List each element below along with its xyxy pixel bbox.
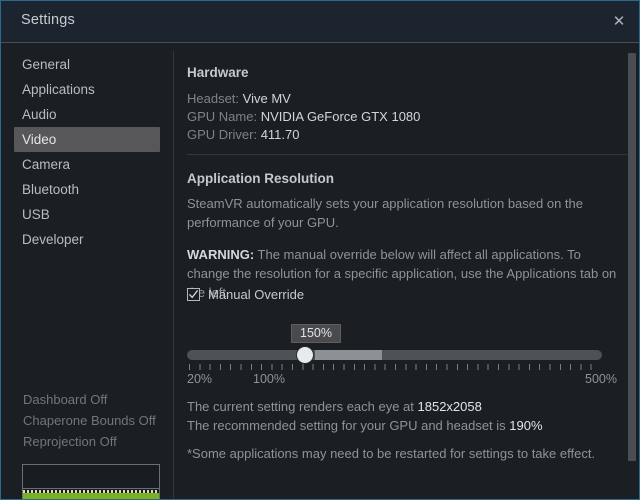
slider-tick-label-min: 20% bbox=[187, 372, 213, 386]
title-bar: Settings ✕ bbox=[1, 1, 639, 43]
hardware-value-gpu-name: NVIDIA GeForce GTX 1080 bbox=[260, 109, 421, 124]
sidebar-item-video[interactable]: Video bbox=[14, 127, 160, 152]
hardware-label-gpu-name: GPU Name: bbox=[187, 109, 258, 124]
status-reprojection: Reprojection Off bbox=[23, 434, 117, 449]
hardware-label-headset: Headset: bbox=[187, 91, 240, 106]
slider-tick-label-max: 500% bbox=[585, 372, 617, 386]
resolution-slider-ticks bbox=[189, 364, 601, 370]
slider-tick-label-mid: 100% bbox=[253, 372, 285, 386]
section-divider bbox=[187, 154, 627, 155]
application-resolution-section-title: Application Resolution bbox=[187, 171, 334, 186]
frametime-graph-midline bbox=[23, 488, 159, 489]
settings-window: Settings ✕ General Applications Audio Vi… bbox=[0, 0, 640, 500]
manual-override-label: Manual Override bbox=[208, 287, 305, 302]
frametime-graph bbox=[22, 464, 160, 499]
page-title: Settings bbox=[21, 12, 75, 28]
sidebar-item-usb[interactable]: USB bbox=[14, 202, 160, 227]
warning-label: WARNING: bbox=[187, 247, 255, 262]
vr-status-panel: Dashboard Off Chaperone Bounds Off Repro… bbox=[1, 389, 173, 499]
sidebar-item-audio[interactable]: Audio bbox=[14, 102, 160, 127]
resolution-slider-recommended-range bbox=[315, 350, 382, 360]
recommended-setting-text: The recommended setting for your GPU and… bbox=[187, 418, 510, 433]
sidebar-item-developer[interactable]: Developer bbox=[14, 227, 160, 252]
resolution-slider-handle[interactable] bbox=[297, 347, 313, 363]
recommended-setting-value: 190% bbox=[509, 418, 543, 433]
sidebar-item-bluetooth[interactable]: Bluetooth bbox=[14, 177, 160, 202]
sidebar-item-camera[interactable]: Camera bbox=[14, 152, 160, 177]
recommended-setting-line: The recommended setting for your GPU and… bbox=[187, 416, 543, 435]
content-pane: Hardware Headset: Vive MV GPU Name: NVID… bbox=[174, 44, 639, 499]
content-scrollbar-thumb[interactable] bbox=[628, 53, 636, 461]
sidebar-item-general[interactable]: General bbox=[14, 52, 160, 77]
manual-override-checkbox-row[interactable]: Manual Override bbox=[187, 287, 304, 302]
resolution-slider-area: 150% 20% 100% 500% bbox=[187, 324, 617, 386]
close-icon[interactable]: ✕ bbox=[607, 10, 631, 34]
sidebar-item-applications[interactable]: Applications bbox=[14, 77, 160, 102]
checkmark-icon[interactable] bbox=[187, 288, 200, 301]
resolution-slider-track[interactable] bbox=[187, 347, 602, 363]
hardware-label-gpu-driver: GPU Driver: bbox=[187, 127, 258, 142]
current-setting-line: The current setting renders each eye at … bbox=[187, 397, 543, 416]
current-setting-text: The current setting renders each eye at bbox=[187, 399, 418, 414]
application-resolution-description: SteamVR automatically sets your applicat… bbox=[187, 196, 583, 230]
hardware-row-gpu-driver: GPU Driver: 411.70 bbox=[187, 126, 420, 144]
frametime-graph-bars bbox=[23, 493, 159, 499]
resolution-slider-tooltip: 150% bbox=[291, 324, 341, 343]
current-setting-value: 1852x2058 bbox=[417, 399, 482, 414]
restart-footnote: *Some applications may need to be restar… bbox=[187, 446, 596, 461]
status-dashboard: Dashboard Off bbox=[23, 392, 108, 407]
sidebar-nav-list: General Applications Audio Video Camera … bbox=[1, 52, 173, 252]
hardware-value-gpu-driver: 411.70 bbox=[260, 127, 300, 142]
hardware-value-headset: Vive MV bbox=[242, 91, 291, 106]
hardware-row-headset: Headset: Vive MV bbox=[187, 90, 420, 108]
hardware-row-gpu-name: GPU Name: NVIDIA GeForce GTX 1080 bbox=[187, 108, 420, 126]
status-chaperone-bounds: Chaperone Bounds Off bbox=[23, 413, 156, 428]
resolution-result-lines: The current setting renders each eye at … bbox=[187, 397, 543, 435]
sidebar: General Applications Audio Video Camera … bbox=[1, 44, 173, 499]
hardware-section-title: Hardware bbox=[187, 65, 249, 80]
hardware-info-list: Headset: Vive MV GPU Name: NVIDIA GeForc… bbox=[187, 90, 420, 144]
